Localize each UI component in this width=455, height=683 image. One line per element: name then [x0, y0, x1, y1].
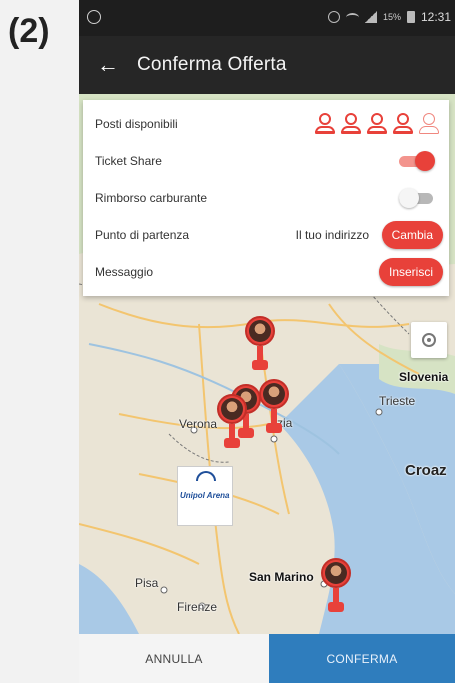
- status-bar: 15% 12:31: [79, 0, 455, 36]
- figure-label: (2): [8, 12, 50, 50]
- my-location-button[interactable]: [411, 322, 447, 358]
- battery-icon: [406, 11, 415, 23]
- seat-selector[interactable]: [315, 112, 439, 135]
- map-label-croazia: Croaz: [405, 462, 447, 479]
- confirm-button[interactable]: CONFERMA: [269, 634, 455, 683]
- offer-options-card: Posti disponibili Ticket Share Rimborso …: [83, 100, 449, 296]
- alarm-icon: [327, 11, 340, 23]
- map-label-san-marino: San Marino: [249, 570, 314, 584]
- app-bar: ← Conferma Offerta: [79, 36, 455, 94]
- departure-row: Punto di partenza Il tuo indirizzo Cambi…: [83, 216, 449, 253]
- whatsapp-notification-icon: [87, 10, 101, 24]
- person-icon[interactable]: [393, 112, 413, 135]
- person-icon[interactable]: [419, 112, 439, 135]
- driver-marker[interactable]: [245, 316, 279, 370]
- arrow-left-icon[interactable]: ←: [79, 36, 137, 94]
- ticket-share-toggle[interactable]: [399, 150, 435, 172]
- figure: (2) 15% 12:31 ← Conferma Offerta Sloveni…: [0, 0, 455, 683]
- insert-message-button[interactable]: Inserisci: [378, 257, 443, 286]
- unipol-arena-logo: Unipol Arena: [177, 466, 233, 526]
- driver-marker[interactable]: [217, 394, 251, 448]
- fuel-refund-label: Rimborso carburante: [95, 190, 208, 205]
- departure-value: Il tuo indirizzo: [295, 227, 369, 242]
- ticket-share-label: Ticket Share: [95, 153, 162, 168]
- seats-label: Posti disponibili: [95, 116, 178, 131]
- signal-icon: [364, 11, 377, 23]
- person-icon[interactable]: [367, 112, 387, 135]
- departure-label: Punto di partenza: [95, 227, 190, 242]
- bottom-action-bar: ANNULLA CONFERMA: [79, 634, 455, 683]
- change-departure-button[interactable]: Cambia: [381, 220, 443, 249]
- phone-screen: 15% 12:31 ← Conferma Offerta Slovenia Tr…: [79, 0, 455, 683]
- wifi-icon: [345, 12, 359, 22]
- page-title: Conferma Offerta: [137, 54, 287, 75]
- map-label-firenze: Firenze: [177, 600, 218, 614]
- avatar: [221, 398, 243, 420]
- map-label-verona: Verona: [179, 417, 218, 431]
- message-row: Messaggio Inserisci: [83, 253, 449, 290]
- driver-marker[interactable]: [259, 379, 293, 433]
- gps-crosshair-icon: [422, 333, 436, 347]
- avatar: [325, 562, 347, 584]
- person-icon[interactable]: [341, 112, 361, 135]
- map-label-slovenia: Slovenia: [399, 370, 449, 384]
- status-time: 12:31: [420, 10, 451, 24]
- unipol-arena-logo-text: Unipol Arena: [180, 491, 230, 500]
- map-label-trieste: Trieste: [379, 394, 416, 408]
- driver-marker[interactable]: [321, 558, 355, 612]
- ticket-share-row: Ticket Share: [83, 142, 449, 179]
- battery-percent: 15%: [382, 12, 401, 22]
- avatar: [263, 383, 285, 405]
- message-label: Messaggio: [95, 264, 154, 279]
- avatar: [249, 320, 271, 342]
- person-icon[interactable]: [315, 112, 335, 135]
- fuel-refund-row: Rimborso carburante: [83, 179, 449, 216]
- seats-row: Posti disponibili: [83, 105, 449, 142]
- fuel-refund-toggle[interactable]: [399, 187, 435, 209]
- map-label-pisa: Pisa: [135, 576, 159, 590]
- cancel-button[interactable]: ANNULLA: [79, 634, 269, 683]
